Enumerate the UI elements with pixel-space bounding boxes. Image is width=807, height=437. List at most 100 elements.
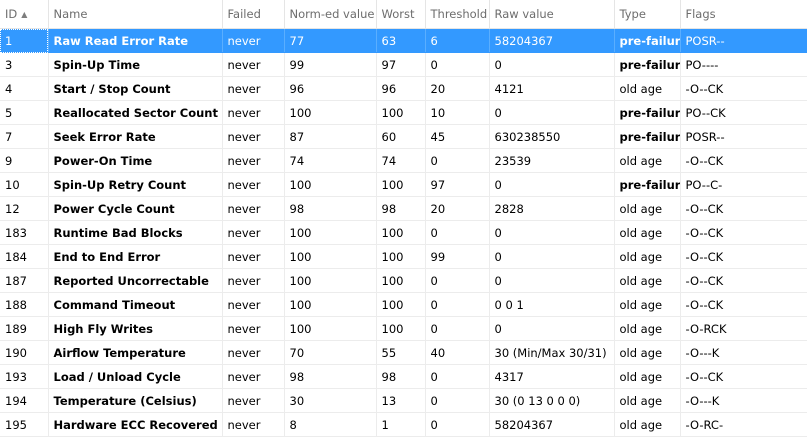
table-row[interactable]: 190 Airflow Temperature never 70 55 40 30 (Min… <box>0 340 807 365</box>
cell-name: Temperature (Celsius) <box>48 388 223 413</box>
cell-raw-value: 630238550 <box>489 124 615 149</box>
cell-normed-value: 70 <box>284 340 377 365</box>
column-header-worst[interactable]: Worst <box>376 0 426 29</box>
cell-normed-value: 8 <box>284 412 377 437</box>
cell-worst: 60 <box>376 124 426 149</box>
cell-failed: never <box>222 244 285 269</box>
table-row[interactable]: 187 Reported Uncorrectable never 100 100 0 0 ol… <box>0 268 807 293</box>
cell-id: 184 <box>0 244 49 269</box>
smart-attributes-table: ID ▲ Name Failed Norm-ed value Worst Thre… <box>0 0 807 437</box>
table-row[interactable]: 183 Runtime Bad Blocks never 100 100 0 0 old ag… <box>0 220 807 245</box>
cell-raw-value: 4121 <box>489 76 615 101</box>
cell-worst: 100 <box>376 172 426 197</box>
cell-type: old age <box>614 148 681 173</box>
column-header-raw-value[interactable]: Raw value <box>489 0 615 29</box>
cell-id: 5 <box>0 100 49 125</box>
cell-raw-value: 58204367 <box>489 28 615 53</box>
cell-failed: never <box>222 76 285 101</box>
cell-type: old age <box>614 76 681 101</box>
cell-type: old age <box>614 316 681 341</box>
column-header-normed-value[interactable]: Norm-ed value <box>284 0 377 29</box>
cell-name: Reallocated Sector Count <box>48 100 223 125</box>
cell-raw-value: 0 <box>489 100 615 125</box>
column-header-name[interactable]: Name <box>48 0 223 29</box>
cell-failed: never <box>222 340 285 365</box>
cell-raw-value: 30 (Min/Max 30/31) <box>489 340 615 365</box>
cell-threshold: 0 <box>425 52 490 77</box>
table-row[interactable]: 1 Raw Read Error Rate never 77 63 6 58204367 pr… <box>0 28 807 53</box>
cell-worst: 100 <box>376 100 426 125</box>
table-row[interactable]: 193 Load / Unload Cycle never 98 98 0 4317 old … <box>0 364 807 389</box>
cell-normed-value: 100 <box>284 172 377 197</box>
table-row[interactable]: 3Spin-Up Timenever999700pre-failurePO---… <box>0 52 807 77</box>
cell-worst: 13 <box>376 388 426 413</box>
cell-flags: -O--CK <box>680 292 807 317</box>
cell-raw-value: 0 0 1 <box>489 292 615 317</box>
cell-failed: never <box>222 220 285 245</box>
cell-worst: 96 <box>376 76 426 101</box>
cell-worst: 74 <box>376 148 426 173</box>
cell-id: 183 <box>0 220 49 245</box>
table-row[interactable]: 5 Reallocated Sector Count never 100 100 10 0 p… <box>0 100 807 125</box>
cell-type: pre-failure <box>614 28 681 53</box>
table-row[interactable]: 9 Power-On Time never 74 74 0 23539 old age -O--… <box>0 148 807 173</box>
table-row[interactable]: 188 Command Timeout never 100 100 0 0 0 1 old a… <box>0 292 807 317</box>
cell-type: old age <box>614 292 681 317</box>
cell-failed: never <box>222 388 285 413</box>
cell-worst: 100 <box>376 244 426 269</box>
cell-threshold: 10 <box>425 100 490 125</box>
cell-id: 4 <box>0 76 49 101</box>
cell-worst: 98 <box>376 364 426 389</box>
cell-name: Reported Uncorrectable <box>48 268 223 293</box>
cell-name: Load / Unload Cycle <box>48 364 223 389</box>
cell-type: old age <box>614 388 681 413</box>
column-header-threshold[interactable]: Threshold <box>425 0 490 29</box>
cell-worst: 98 <box>376 196 426 221</box>
cell-flags: -O--CK <box>680 268 807 293</box>
cell-failed: never <box>222 292 285 317</box>
cell-normed-value: 74 <box>284 148 377 173</box>
cell-normed-value: 98 <box>284 364 377 389</box>
cell-flags: -O-RC- <box>680 412 807 437</box>
table-row[interactable]: 194 Temperature (Celsius) never 30 13 0 30 (0 … <box>0 388 807 413</box>
cell-threshold: 0 <box>425 388 490 413</box>
cell-threshold: 0 <box>425 412 490 437</box>
cell-id: 3 <box>0 52 49 77</box>
cell-type: old age <box>614 244 681 269</box>
cell-flags: POSR-- <box>680 28 807 53</box>
column-header-flags[interactable]: Flags <box>680 0 807 29</box>
table-row[interactable]: 10 Spin-Up Retry Count never 100 100 97 0 pre-f… <box>0 172 807 197</box>
cell-flags: -O--CK <box>680 196 807 221</box>
cell-name: High Fly Writes <box>48 316 223 341</box>
cell-raw-value: 0 <box>489 244 615 269</box>
cell-threshold: 0 <box>425 364 490 389</box>
table-row[interactable]: 4 Start / Stop Count never 96 96 20 4121 old ag… <box>0 76 807 101</box>
cell-normed-value: 100 <box>284 220 377 245</box>
table-row[interactable]: 195 Hardware ECC Recovered never 8 1 0 5820436… <box>0 412 807 437</box>
cell-normed-value: 100 <box>284 268 377 293</box>
cell-raw-value: 0 <box>489 316 615 341</box>
cell-worst: 1 <box>376 412 426 437</box>
cell-threshold: 99 <box>425 244 490 269</box>
column-header-id[interactable]: ID ▲ <box>0 0 49 29</box>
table-row[interactable]: 189 High Fly Writes never 100 100 0 0 old age -O… <box>0 316 807 341</box>
table-body: 1 Raw Read Error Rate never 77 63 6 58204367 pr… <box>0 28 807 437</box>
table-row[interactable]: 7 Seek Error Rate never 87 60 45 630238550 pre-… <box>0 124 807 149</box>
column-header-type[interactable]: Type <box>614 0 681 29</box>
cell-type: old age <box>614 220 681 245</box>
cell-id: 12 <box>0 196 49 221</box>
cell-threshold: 20 <box>425 76 490 101</box>
cell-id: 189 <box>0 316 49 341</box>
cell-failed: never <box>222 100 285 125</box>
cell-failed: never <box>222 196 285 221</box>
cell-threshold: 97 <box>425 172 490 197</box>
cell-worst: 100 <box>376 292 426 317</box>
column-header-failed[interactable]: Failed <box>222 0 285 29</box>
cell-flags: -O--CK <box>680 148 807 173</box>
cell-name: Start / Stop Count <box>48 76 223 101</box>
table-row[interactable]: 184 End to End Error never 100 100 99 0 old age… <box>0 244 807 269</box>
cell-type: old age <box>614 412 681 437</box>
cell-id: 10 <box>0 172 49 197</box>
cell-id: 188 <box>0 292 49 317</box>
table-row[interactable]: 12 Power Cycle Count never 98 98 20 2828 old ag… <box>0 196 807 221</box>
